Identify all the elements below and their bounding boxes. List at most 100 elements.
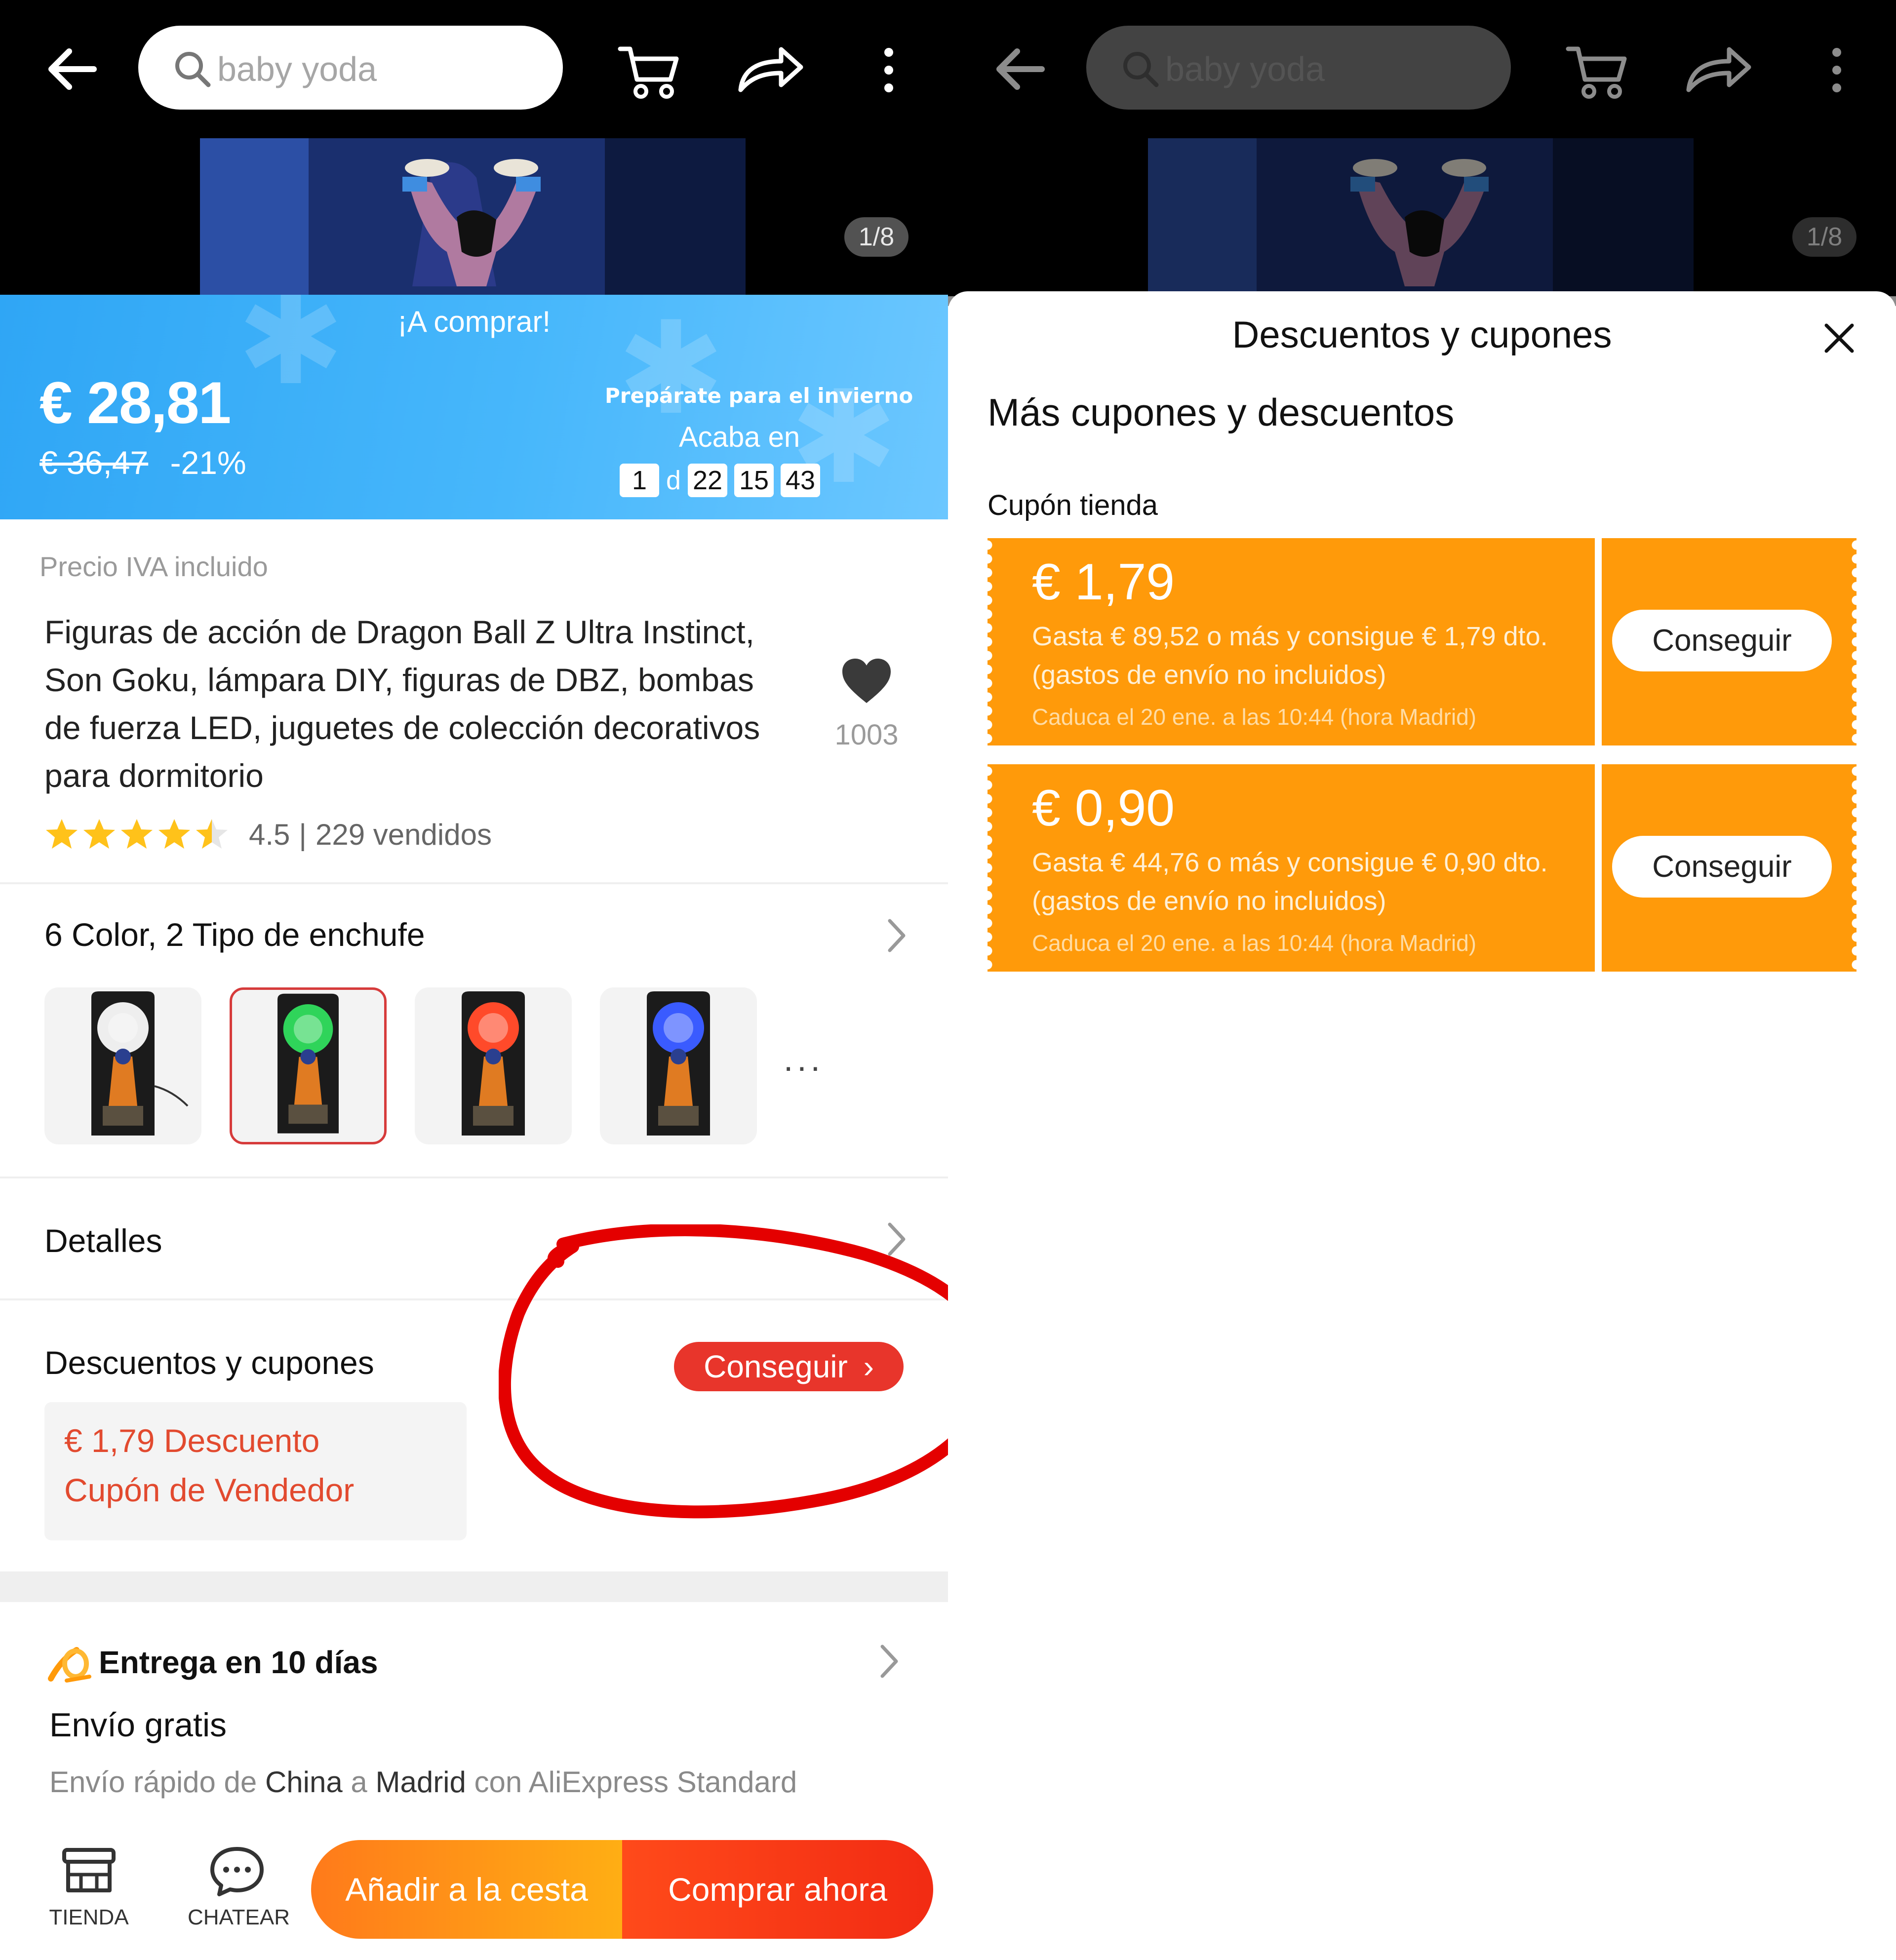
lamp-thumbnail (462, 991, 525, 1136)
heart-icon[interactable] (839, 657, 894, 706)
product-screen: baby yoda 1/8 ✱ ✱ ✱ ¡A comprar! € 28,81 … (0, 0, 948, 1960)
close-icon[interactable] (1819, 318, 1859, 358)
add-to-cart-button[interactable]: Añadir a la cesta (311, 1840, 622, 1939)
countdown-minutes: 15 (734, 464, 774, 497)
coupon-condition: Gasta € 89,52 o más y consigue € 1,79 dt… (1032, 622, 1548, 690)
back-arrow-icon[interactable] (44, 44, 99, 94)
discounts-label: Descuentos y cupones (44, 1344, 374, 1381)
product-title: Figuras de acción de Dragon Ball Z Ultra… (44, 614, 760, 794)
store-button[interactable]: TIENDA (40, 1844, 138, 1930)
countdown-timer: 1 d 22 15 43 (620, 463, 821, 498)
chevron-right-icon[interactable] (876, 1642, 901, 1681)
shipping-desc-mid: a (342, 1765, 376, 1799)
get-coupons-label: Conseguir (704, 1349, 848, 1384)
promo-title: ¡A comprar! (397, 305, 551, 338)
countdown-label: Acaba en (679, 421, 800, 453)
star-icon (46, 819, 78, 849)
divider (0, 1298, 948, 1300)
chat-button[interactable]: CHATEAR (188, 1844, 290, 1930)
divider (0, 882, 948, 884)
chevron-right-icon[interactable] (884, 916, 908, 955)
variant-swatch-blue[interactable] (600, 987, 757, 1144)
product-photo[interactable] (200, 138, 746, 296)
section-separator (0, 1571, 948, 1602)
more-options-icon[interactable] (876, 45, 901, 95)
buy-now-button[interactable]: Comprar ahora (622, 1840, 933, 1939)
store-coupon: € 0,90 Gasta € 44,76 o más y consigue € … (988, 764, 1856, 972)
variant-swatch-green[interactable] (230, 987, 387, 1144)
details-row[interactable]: Detalles (44, 1222, 162, 1259)
divider (0, 1176, 948, 1178)
shipping-cost: Envío gratis (49, 1706, 227, 1744)
star-icon (196, 819, 228, 849)
shipping-desc-prefix: Envío rápido de (49, 1765, 265, 1799)
search-icon (175, 52, 211, 87)
countdown-seconds: 43 (781, 464, 821, 497)
variant-swatch-red[interactable] (415, 987, 572, 1144)
product-gallery[interactable]: 1/8 (0, 138, 948, 296)
coupons-sheet: Descuentos y cupones Más cupones y descu… (948, 291, 1896, 1960)
share-icon[interactable] (736, 44, 805, 94)
star-icon (83, 819, 115, 849)
countdown-hours: 22 (688, 464, 728, 497)
sold-count: 229 vendidos (316, 818, 492, 851)
variant-summary[interactable]: 6 Color, 2 Tipo de enchufe (44, 916, 425, 953)
chevron-right-icon[interactable] (884, 1219, 908, 1259)
chat-label: CHATEAR (188, 1905, 290, 1929)
sale-price: € 28,81 (40, 370, 231, 436)
sheet-subtitle: Más cupones y descuentos (988, 391, 1455, 434)
more-variants[interactable]: ··· (783, 1047, 823, 1086)
lamp-thumbnail (647, 991, 710, 1136)
store-icon (62, 1848, 116, 1892)
star-rating (44, 817, 229, 852)
coupon-expiry: Caduca el 20 ene. a las 10:44 (hora Madr… (1032, 930, 1477, 956)
get-coupon-button[interactable]: Conseguir (1612, 610, 1832, 671)
modal-backdrop[interactable] (948, 0, 1896, 306)
rating-separator: | (299, 818, 307, 851)
search-input[interactable]: baby yoda (138, 26, 563, 110)
store-coupon: € 1,79 Gasta € 89,52 o más y consigue € … (988, 538, 1856, 745)
coupon-preview-amount: € 1,79 Descuento (64, 1422, 320, 1459)
photo-counter: 1/8 (844, 217, 908, 257)
star-icon (121, 819, 153, 849)
get-coupons-button[interactable]: Conseguir › (674, 1342, 904, 1391)
delivery-badge-icon (48, 1647, 91, 1683)
section-label: Cupón tienda (988, 489, 1158, 521)
top-bar: baby yoda (0, 0, 948, 138)
discount-percent: -21% (170, 444, 246, 481)
coupon-amount: € 0,90 (1032, 780, 1175, 837)
star-icon (158, 819, 190, 849)
coupon-expiry: Caduca el 20 ene. a las 10:44 (hora Madr… (1032, 704, 1477, 730)
coupon-amount: € 1,79 (1032, 553, 1175, 611)
search-query: baby yoda (217, 50, 377, 88)
variant-swatch-white[interactable] (44, 987, 201, 1144)
countdown-days: 1 (620, 464, 659, 497)
vat-note: Precio IVA incluido (40, 551, 268, 582)
wishlist-count: 1003 (834, 719, 899, 751)
store-label: TIENDA (49, 1905, 129, 1929)
coupon-preview-card[interactable]: € 1,79 Descuento Cupón de Vendedor (44, 1402, 467, 1540)
coupons-screen: baby yoda 1/8 Descuentos y cupones Más c… (948, 0, 1896, 1960)
bottom-action-bar: TIENDA CHATEAR Añadir a la cesta Comprar… (0, 1827, 948, 1960)
cart-icon[interactable] (617, 42, 681, 101)
shipping-description: Envío rápido de China a Madrid con AliEx… (49, 1765, 797, 1799)
lamp-thumbnail (277, 993, 339, 1134)
countdown-days-unit: d (666, 466, 681, 495)
shipping-origin: China (265, 1765, 343, 1799)
chevron-right-icon: › (863, 1349, 874, 1384)
sheet-title: Descuentos y cupones (1232, 314, 1612, 356)
original-price: € 36,47 (40, 444, 149, 481)
shipping-destination: Madrid (375, 1765, 466, 1799)
chat-icon (210, 1847, 264, 1896)
get-coupon-button[interactable]: Conseguir (1612, 836, 1832, 898)
original-price-row: € 36,47 -21% (40, 444, 246, 481)
rating-value: 4.5 (249, 818, 290, 851)
promo-banner: ✱ ✱ ✱ ¡A comprar! € 28,81 € 36,47 -21% P… (0, 295, 948, 519)
delivery-title[interactable]: Entrega en 10 días (99, 1644, 378, 1681)
coupon-condition: Gasta € 44,76 o más y consigue € 0,90 dt… (1032, 848, 1548, 916)
lamp-thumbnail (91, 991, 189, 1136)
promo-tagline: Prepárate para el invierno (605, 384, 913, 408)
coupon-preview-type: Cupón de Vendedor (64, 1472, 355, 1508)
shipping-desc-suffix: con AliExpress Standard (466, 1765, 797, 1799)
rating-row[interactable]: 4.5 | 229 vendidos (44, 815, 492, 854)
